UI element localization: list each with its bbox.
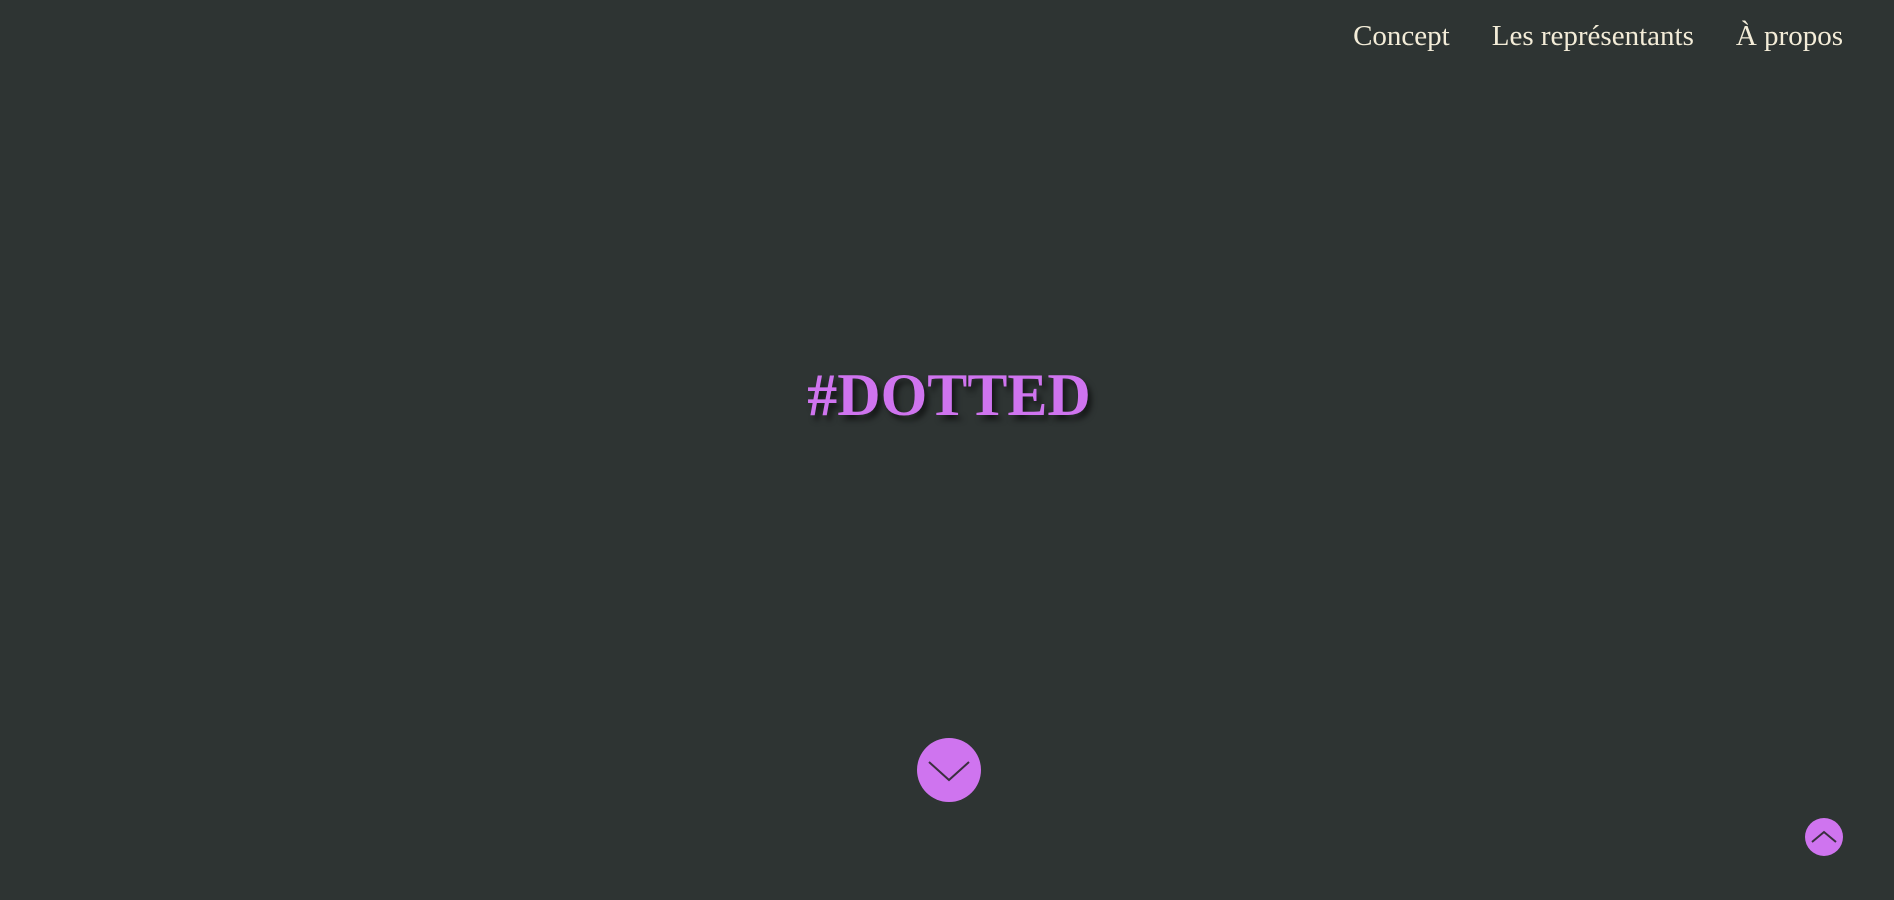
chevron-up-icon xyxy=(1810,829,1838,845)
nav-link-representants[interactable]: Les représentants xyxy=(1492,18,1694,54)
hero-title: #DOTTED xyxy=(0,360,1894,430)
back-to-top-button[interactable] xyxy=(1805,818,1843,856)
nav-link-concept[interactable]: Concept xyxy=(1353,18,1450,54)
scroll-down-button[interactable] xyxy=(917,738,981,802)
nav-link-a-propos[interactable]: À propos xyxy=(1736,18,1843,54)
hero-title-text: #DOTTED xyxy=(807,362,1091,428)
chevron-down-icon xyxy=(927,758,971,782)
main-nav: Concept Les représentants À propos xyxy=(1353,18,1843,54)
